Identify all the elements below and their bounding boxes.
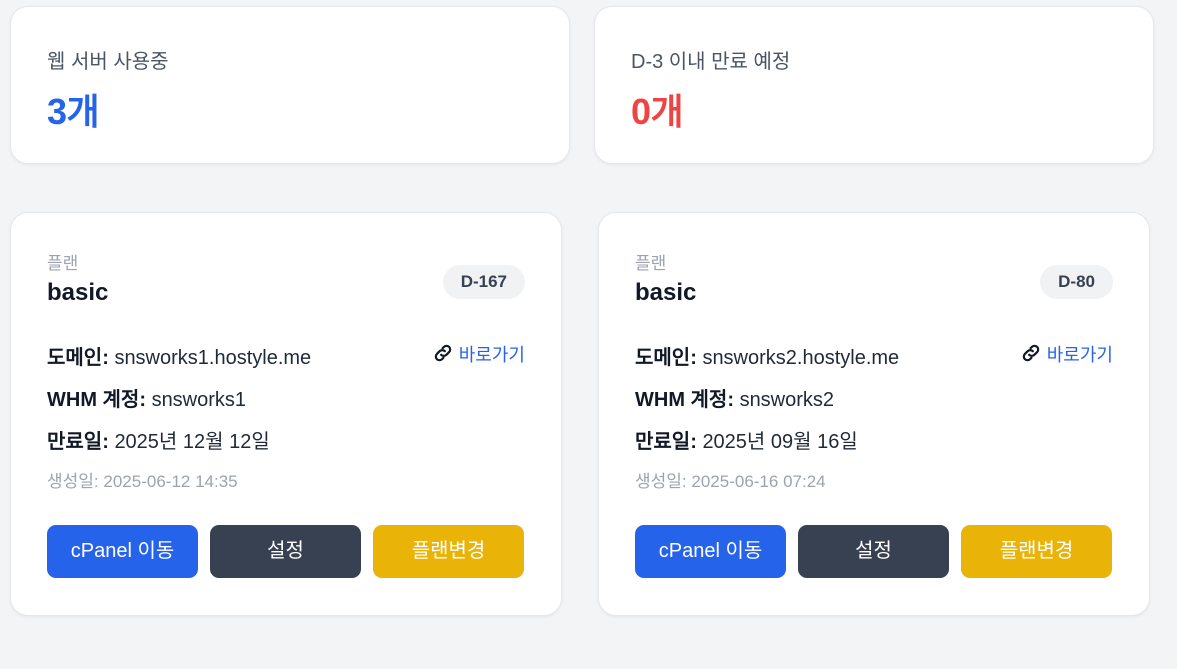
shortcut-label: 바로가기 (458, 345, 525, 365)
created-key: 생성일: (635, 472, 687, 491)
created-value: 2025-06-16 07:24 (691, 472, 826, 491)
stat-label: D-3 이내 만료 예정 (631, 51, 791, 73)
expire-key: 만료일: (635, 431, 697, 453)
shortcut-label: 바로가기 (1046, 345, 1113, 365)
created-key: 생성일: (47, 472, 99, 491)
change-plan-button[interactable]: 플랜변경 (961, 525, 1112, 578)
plan-name: basic (47, 279, 109, 306)
cpanel-button[interactable]: cPanel 이동 (635, 525, 786, 578)
server-card: 플랜 basic D-80 도메인: snsworks2.hostyle.me … (598, 212, 1150, 616)
expire-key: 만료일: (47, 431, 109, 453)
whm-value: snsworks1 (151, 389, 247, 411)
whm-row: WHM 계정: snsworks2 (635, 383, 834, 412)
stat-label: 웹 서버 사용중 (47, 51, 169, 73)
expire-value: 2025년 12월 12일 (114, 431, 270, 453)
plan-label: 플랜 (47, 254, 79, 273)
shortcut-link[interactable]: 바로가기 (1020, 341, 1113, 367)
created-row: 생성일: 2025-06-12 14:35 (47, 467, 238, 492)
whm-value: snsworks2 (739, 389, 835, 411)
cpanel-button[interactable]: cPanel 이동 (47, 525, 198, 578)
expire-value: 2025년 09월 16일 (702, 431, 858, 453)
plan-name: basic (635, 279, 697, 306)
dday-badge: D-167 (442, 265, 525, 299)
link-icon (434, 344, 452, 362)
domain-key: 도메인: (47, 347, 109, 369)
settings-button[interactable]: 설정 (210, 525, 361, 578)
expire-row: 만료일: 2025년 09월 16일 (635, 425, 858, 454)
shortcut-link[interactable]: 바로가기 (432, 341, 525, 367)
server-card: 플랜 basic D-167 도메인: snsworks1.hostyle.me… (10, 212, 562, 616)
stat-card-active-servers: 웹 서버 사용중 3개 (10, 6, 570, 164)
change-plan-button[interactable]: 플랜변경 (373, 525, 524, 578)
created-value: 2025-06-12 14:35 (103, 472, 238, 491)
domain-row: 도메인: snsworks1.hostyle.me (47, 341, 311, 370)
stat-card-expiring-soon: D-3 이내 만료 예정 0개 (594, 6, 1154, 164)
created-row: 생성일: 2025-06-16 07:24 (635, 467, 826, 492)
dday-badge: D-80 (1040, 265, 1113, 299)
domain-value: snsworks2.hostyle.me (702, 347, 900, 369)
link-icon (1022, 344, 1040, 362)
domain-row: 도메인: snsworks2.hostyle.me (635, 341, 899, 370)
whm-key: WHM 계정: (47, 389, 146, 411)
stat-value: 0개 (631, 91, 684, 132)
domain-value: snsworks1.hostyle.me (114, 347, 312, 369)
domain-key: 도메인: (635, 347, 697, 369)
whm-row: WHM 계정: snsworks1 (47, 383, 246, 412)
plan-label: 플랜 (635, 254, 667, 273)
whm-key: WHM 계정: (635, 389, 734, 411)
settings-button[interactable]: 설정 (798, 525, 949, 578)
stat-value: 3개 (47, 91, 100, 132)
expire-row: 만료일: 2025년 12월 12일 (47, 425, 270, 454)
